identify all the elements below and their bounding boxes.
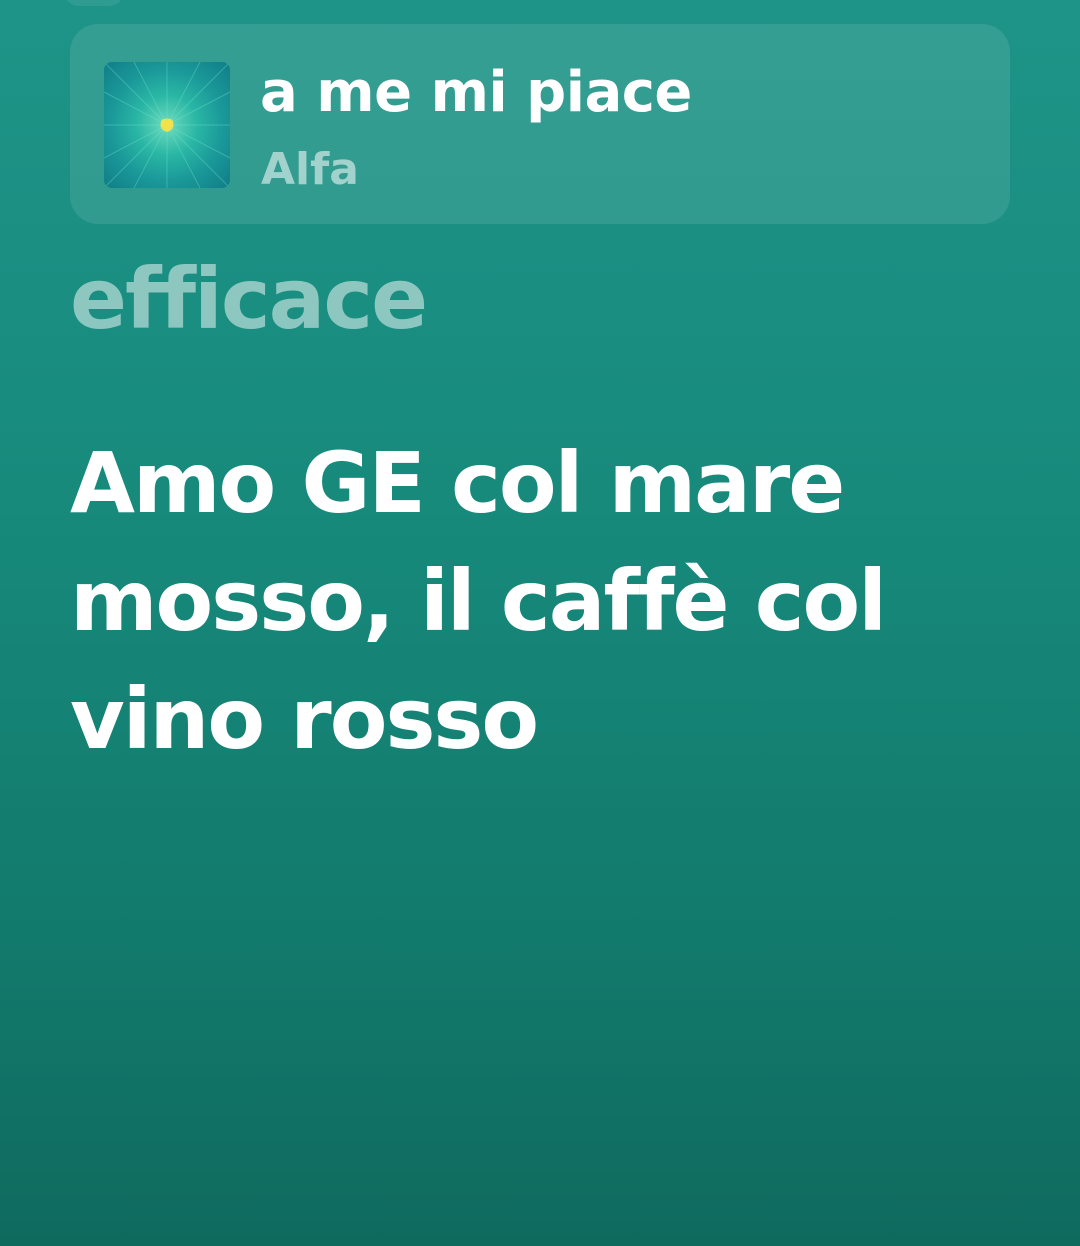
lyric-text: settembre sembra [70, 970, 912, 1068]
lyric-text: Amo GE col mare [70, 434, 845, 532]
top-pill [64, 0, 124, 6]
lyric-line-previous[interactable]: efficace [70, 240, 428, 358]
track-artist[interactable]: Alfa [261, 144, 359, 195]
lyric-text: il 32 di agosto e [70, 1088, 798, 1186]
album-artwork [104, 62, 230, 188]
lyric-text: vino rosso [70, 670, 539, 768]
now-playing-card[interactable]: a me mi piace Alfa [70, 24, 1010, 224]
lyric-text: mosso, il caffè col [70, 552, 887, 650]
artwork-rays-icon [104, 62, 230, 188]
track-title: a me mi piace [260, 60, 692, 125]
lyric-text: Quando il primo [70, 852, 799, 950]
